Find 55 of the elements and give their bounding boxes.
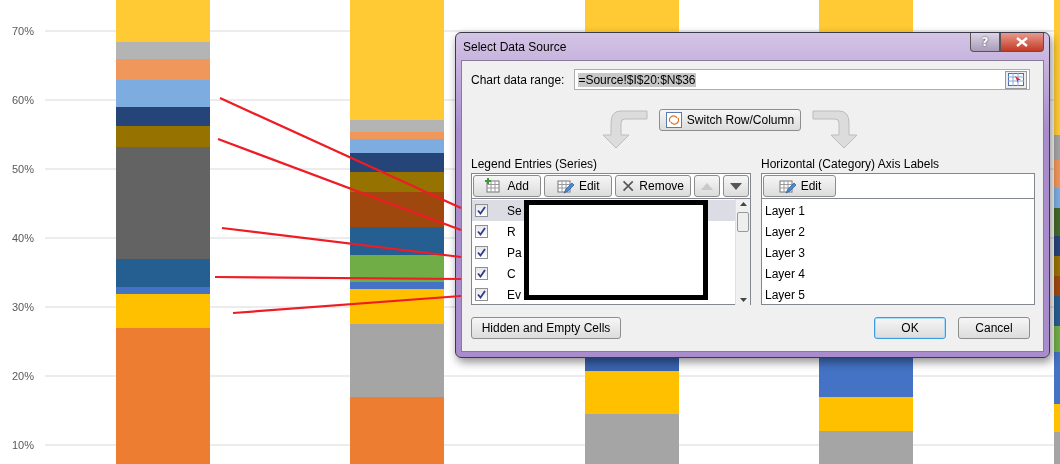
window-title: Select Data Source xyxy=(462,39,567,54)
add-button[interactable]: Add xyxy=(473,175,541,197)
down-button[interactable] xyxy=(723,175,749,197)
scroll-down-icon[interactable] xyxy=(739,298,747,302)
range-picker-button[interactable] xyxy=(1005,70,1027,89)
axis-tick-label: 70% xyxy=(11,25,34,37)
panel-label: Horizontal (Category) Axis Labels xyxy=(761,157,941,171)
checkbox[interactable] xyxy=(475,267,488,280)
switch-icon xyxy=(665,112,682,128)
hidden-empty-cells-button[interactable]: Hidden and Empty Cells xyxy=(471,317,621,339)
checkbox[interactable] xyxy=(475,225,488,238)
axis-tick-label: 60% xyxy=(11,94,34,106)
axis-tick-label: 30% xyxy=(11,301,34,313)
series-row[interactable]: R xyxy=(472,221,735,242)
remove-button[interactable]: Remove xyxy=(615,175,691,197)
close-button[interactable] xyxy=(1000,33,1044,52)
series-name: Pa xyxy=(507,245,522,260)
series-row[interactable]: C xyxy=(472,263,735,284)
field-label: Chart data range: xyxy=(471,72,565,87)
ok-button[interactable]: OK xyxy=(874,317,946,339)
axis-label-item[interactable]: Layer 4 xyxy=(762,263,1034,284)
axis-tick-label: 40% xyxy=(11,232,34,244)
checkbox[interactable] xyxy=(475,288,488,301)
axis-label-item[interactable]: Layer 2 xyxy=(762,221,1034,242)
up-triangle-icon xyxy=(701,182,713,190)
scroll-thumb[interactable] xyxy=(737,212,749,232)
remove-x-icon xyxy=(622,178,635,194)
down-triangle-icon xyxy=(730,182,742,190)
axis-tick-label: 10% xyxy=(11,439,34,451)
axis-label-item[interactable]: Layer 3 xyxy=(762,242,1034,263)
scrollbar[interactable] xyxy=(735,199,750,305)
switch-row-column-button[interactable]: Switch Row/Column xyxy=(658,109,802,131)
cancel-button[interactable]: Cancel xyxy=(958,317,1030,339)
edit-table-icon xyxy=(777,178,796,194)
series-name: Ev xyxy=(507,287,521,302)
checkbox[interactable] xyxy=(475,246,488,259)
axis-tick-label: 20% xyxy=(11,370,34,382)
series-row[interactable]: Pa xyxy=(472,242,735,263)
edit-button[interactable]: Edit xyxy=(763,175,836,197)
series-name: R xyxy=(507,224,516,239)
axis-label-item[interactable]: Layer 1 xyxy=(762,200,1034,221)
edit-button[interactable]: Edit xyxy=(543,175,612,197)
series-row[interactable]: Ev xyxy=(472,284,735,305)
series-name: Se xyxy=(507,203,522,218)
checkbox[interactable] xyxy=(475,204,488,217)
close-icon xyxy=(1016,37,1028,47)
data-range-field[interactable]: =Source!$I$20:$N$36 xyxy=(574,69,1030,90)
add-table-icon xyxy=(484,178,503,194)
edit-table-icon xyxy=(555,178,574,194)
panel-label: Legend Entries (Series) xyxy=(471,157,599,171)
axis-label-item[interactable]: Layer 5 xyxy=(762,284,1034,305)
axis-tick-label: 50% xyxy=(11,163,34,175)
scroll-up-icon[interactable] xyxy=(739,202,747,206)
series-name: C xyxy=(507,266,516,281)
grid-arrow-icon xyxy=(1008,73,1024,86)
